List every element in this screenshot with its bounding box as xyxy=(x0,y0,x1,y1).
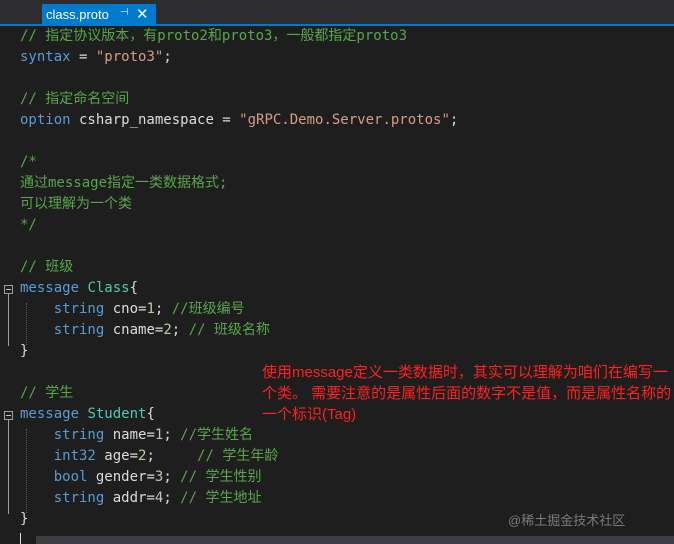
code-token: message xyxy=(20,406,80,422)
code-token: csharp_namespace = xyxy=(70,112,240,128)
code-line: } xyxy=(20,341,28,362)
indent-guide-class xyxy=(26,303,27,345)
pin-icon[interactable]: ⊣ xyxy=(120,7,129,18)
code-token: = xyxy=(70,49,96,65)
code-token: // 学生性别 xyxy=(180,469,262,485)
code-token: cno= xyxy=(104,301,147,317)
code-token: /* xyxy=(20,154,37,170)
code-line: // 指定命名空间 xyxy=(20,89,129,110)
code-token: } xyxy=(20,343,29,359)
code-token: { xyxy=(129,280,139,296)
code-token: syntax xyxy=(20,49,71,65)
code-token: 1 xyxy=(146,301,155,317)
code-token: Student xyxy=(87,406,147,422)
code-token: // 指定协议版本，有proto2和proto3，一般都指定proto3 xyxy=(20,28,408,44)
code-line: string name=1; //学生姓名 xyxy=(20,425,253,446)
code-token: 2 xyxy=(163,322,172,338)
code-token: ; xyxy=(146,448,198,464)
close-icon[interactable]: ✕ xyxy=(136,5,149,23)
code-token: int32 xyxy=(53,448,96,464)
code-token: // 班级 xyxy=(20,259,74,275)
code-line: int32 age=2; // 学生年龄 xyxy=(20,446,279,467)
code-token: string xyxy=(53,301,105,317)
code-token: //班级编号 xyxy=(171,301,245,317)
code-line: // 指定协议版本，有proto2和proto3，一般都指定proto3 xyxy=(20,26,407,47)
code-token: // 学生年龄 xyxy=(197,448,279,464)
code-line: // 学生 xyxy=(20,383,73,404)
code-token: // 班级名称 xyxy=(188,322,270,338)
text-cursor xyxy=(20,533,21,544)
tab-bar: class.proto ⊣ ✕ xyxy=(0,0,674,26)
code-token: // 指定命名空间 xyxy=(20,91,130,107)
fold-toggle-student[interactable] xyxy=(4,411,13,420)
code-token: gender= xyxy=(87,469,155,485)
code-line: string cno=1; //班级编号 xyxy=(20,299,245,320)
code-token: Class xyxy=(87,280,130,296)
code-line: */ xyxy=(20,215,37,236)
code-token: bool xyxy=(53,469,88,485)
code-line: string addr=4; // 学生地址 xyxy=(20,488,262,509)
code-token: ; xyxy=(163,427,181,443)
indent-guide-student xyxy=(26,429,27,513)
horizontal-scrollbar[interactable] xyxy=(36,536,674,544)
code-token: // 学生 xyxy=(20,385,74,401)
code-token: ; xyxy=(171,322,189,338)
code-token: ; xyxy=(449,112,459,128)
code-token: string xyxy=(53,490,105,506)
code-token: } xyxy=(20,511,29,527)
code-token: ; xyxy=(163,469,181,485)
code-token: addr= xyxy=(104,490,155,506)
code-token: 通过message指定一类数据格式; xyxy=(20,175,228,191)
code-line: } xyxy=(20,509,28,530)
code-token: // 学生地址 xyxy=(180,490,262,506)
code-token: { xyxy=(146,406,155,422)
code-token: ; xyxy=(163,49,172,65)
fold-guide-class xyxy=(8,294,9,346)
code-token: "gRPC.Demo.Server.protos" xyxy=(239,112,450,128)
tab-label: class.proto xyxy=(46,7,109,22)
code-line: bool gender=3; // 学生性别 xyxy=(20,467,262,488)
code-line: string cname=2; // 班级名称 xyxy=(20,320,270,341)
code-token: name= xyxy=(104,427,155,443)
fold-guide-student xyxy=(8,420,9,514)
code-line: message Student{ xyxy=(20,404,155,425)
code-token: message xyxy=(20,280,80,296)
code-token: string xyxy=(53,322,105,338)
code-token: //学生姓名 xyxy=(180,427,254,443)
code-editor[interactable]: // 指定协议版本，有proto2和proto3，一般都指定proto3 synt… xyxy=(0,26,674,544)
code-token: age= xyxy=(95,448,139,464)
code-token: */ xyxy=(20,217,37,233)
watermark: @稀土掘金技术社区 xyxy=(508,513,626,528)
annotation-note: 使用message定义一类数据时，其实可以理解为咱们在编写一个类。 需要注意的是… xyxy=(262,364,672,423)
code-line: // 班级 xyxy=(20,257,73,278)
tab-class-proto[interactable]: class.proto ⊣ ✕ xyxy=(42,4,156,26)
code-token: string xyxy=(53,427,105,443)
fold-toggle-class[interactable] xyxy=(4,285,13,294)
code-token: 可以理解为一个类 xyxy=(20,196,132,212)
code-token: cname= xyxy=(104,322,164,338)
code-token: option xyxy=(20,112,71,128)
code-line: /* xyxy=(20,152,37,173)
code-token: ; xyxy=(154,301,172,317)
code-token: "proto3" xyxy=(95,49,164,65)
code-line: 可以理解为一个类 xyxy=(20,194,132,215)
code-line: 通过message指定一类数据格式; xyxy=(20,173,227,194)
code-token: ; xyxy=(163,490,181,506)
code-line: syntax = "proto3"; xyxy=(20,47,172,68)
code-line: message Class{ xyxy=(20,278,138,299)
code-line: option csharp_namespace = "gRPC.Demo.Ser… xyxy=(20,110,458,131)
